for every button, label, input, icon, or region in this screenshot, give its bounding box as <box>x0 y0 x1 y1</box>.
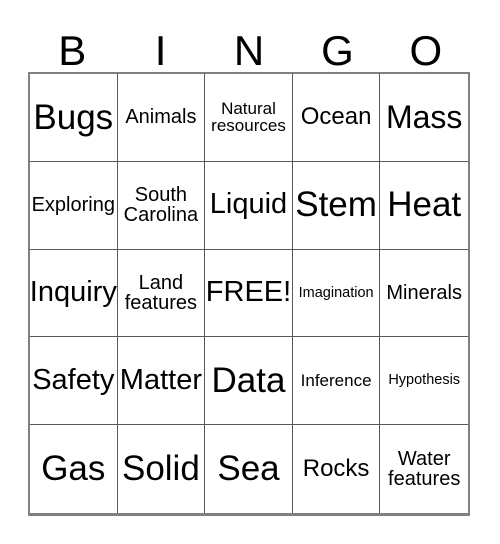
bingo-cell-label: Safety <box>32 364 115 396</box>
bingo-cell-label: Hypothesis <box>388 372 461 389</box>
bingo-cell[interactable]: Inquiry <box>30 249 118 338</box>
bingo-cell[interactable]: Exploring <box>30 161 118 250</box>
bingo-header-letter-n: N <box>233 27 265 74</box>
bingo-cell-label: Ocean <box>300 103 372 131</box>
bingo-cell[interactable]: Water features <box>380 425 468 513</box>
bingo-cell[interactable]: Rocks <box>292 425 381 513</box>
bingo-cell[interactable]: Minerals <box>380 249 468 338</box>
bingo-cell[interactable]: Land features <box>117 249 206 338</box>
bingo-header-letter-g: G <box>321 27 354 74</box>
bingo-cell-label: Inquiry <box>30 276 117 309</box>
bingo-cell-label: Solid <box>121 449 200 489</box>
bingo-cell-free[interactable]: FREE! <box>205 249 293 338</box>
bingo-cell[interactable]: Data <box>205 337 293 426</box>
bingo-cell[interactable]: Liquid <box>205 161 293 250</box>
bingo-cell[interactable]: Solid <box>117 425 206 513</box>
bingo-header-letter-b: B <box>58 27 87 74</box>
bingo-cell[interactable]: Hypothesis <box>380 337 468 426</box>
bingo-cell[interactable]: Imagination <box>292 249 381 338</box>
bingo-cell-label: South Carolina <box>123 183 199 227</box>
bingo-header-row: B I N G O <box>28 22 470 72</box>
bingo-grid: Bugs Animals Natural resources Ocean Mas… <box>28 72 470 516</box>
bingo-cell[interactable]: Gas <box>30 425 118 513</box>
bingo-cell-label: Matter <box>119 364 202 396</box>
bingo-cell-label: Gas <box>41 449 106 489</box>
bingo-cell-label: Inference <box>300 371 372 391</box>
bingo-cell[interactable]: Safety <box>30 337 118 426</box>
bingo-cell-label: Imagination <box>298 284 374 301</box>
bingo-card: B I N G O Bugs Animals Natural resources… <box>0 0 500 544</box>
bingo-cell[interactable]: Inference <box>292 337 381 426</box>
bingo-cell[interactable]: Stem <box>292 161 381 250</box>
bingo-free-space-label: FREE! <box>205 276 292 309</box>
bingo-cell[interactable]: Matter <box>117 337 206 426</box>
bingo-cell-label: Land features <box>124 271 198 314</box>
bingo-cell-label: Sea <box>217 449 280 489</box>
bingo-header-letter-o: O <box>409 27 443 74</box>
bingo-header-letter-i: I <box>154 27 167 74</box>
bingo-cell-label: Exploring <box>31 194 115 216</box>
bingo-cell[interactable]: Natural resources <box>205 74 293 162</box>
bingo-cell-label: Stem <box>295 185 377 225</box>
bingo-cell-label: Data <box>211 360 286 400</box>
bingo-cell[interactable]: Ocean <box>292 74 381 162</box>
bingo-cell-label: Heat <box>387 185 462 225</box>
bingo-cell[interactable]: South Carolina <box>117 161 206 250</box>
bingo-cell[interactable]: Animals <box>117 74 206 162</box>
bingo-cell-label: Natural resources <box>211 99 286 136</box>
bingo-cell[interactable]: Bugs <box>30 74 118 162</box>
bingo-cell[interactable]: Sea <box>205 425 293 513</box>
bingo-cell-label: Minerals <box>386 281 462 304</box>
bingo-cell-label: Rocks <box>302 454 370 482</box>
bingo-cell-label: Water features <box>388 447 461 491</box>
bingo-cell-label: Bugs <box>33 97 114 137</box>
bingo-cell-label: Animals <box>125 106 197 129</box>
bingo-cell-label: Liquid <box>209 188 288 221</box>
bingo-cell-label: Mass <box>385 99 463 136</box>
bingo-cell[interactable]: Heat <box>380 161 468 250</box>
bingo-cell[interactable]: Mass <box>380 74 468 162</box>
